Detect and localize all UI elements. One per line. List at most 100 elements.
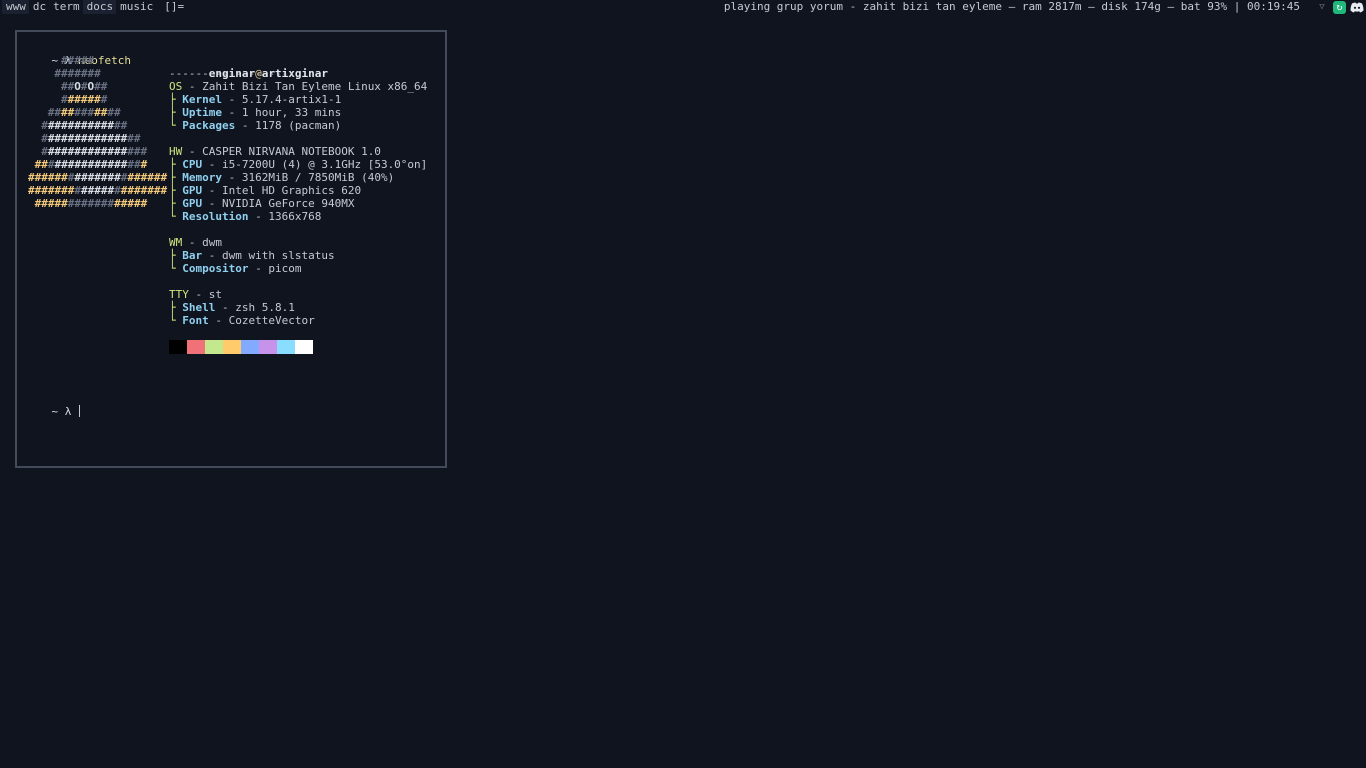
logo-segment: ####### [54, 67, 101, 80]
tree-branch: ├ [169, 171, 183, 184]
logo-segment: ####### [120, 184, 168, 197]
dash: - [182, 236, 203, 249]
terminal-window[interactable]: ~ λ neofetch ##### ####### ##O#O## ####### #… [15, 30, 447, 468]
logo-segment: ########## [47, 119, 115, 132]
dash: - [208, 314, 229, 327]
logo-line: ####### [54, 67, 100, 80]
logo-segment: ## [47, 106, 62, 119]
tag-dc[interactable]: dc [29, 0, 49, 14]
logo-segment: ####### [67, 197, 115, 210]
logo-segment: ####### [28, 184, 75, 197]
logo-segment: ####### [74, 171, 121, 184]
logo-segment: ##### [61, 54, 95, 67]
info-value: zsh 5.8.1 [235, 301, 295, 314]
logo-segment: ## [34, 158, 48, 171]
tree-branch: └ [169, 119, 183, 132]
color-swatch [223, 340, 241, 354]
dash: - [248, 262, 269, 275]
dash: - [202, 158, 222, 171]
color-swatch [241, 340, 259, 354]
info-value: picom [268, 262, 302, 275]
sync-icon[interactable]: ↻ [1333, 0, 1346, 14]
logo-segment: ## [94, 80, 108, 93]
logo-line: ############### [41, 132, 140, 145]
network-icon[interactable]: ▽ [1315, 0, 1329, 14]
logo-segment: ###### [28, 171, 68, 184]
input-prompt-line[interactable]: ~ λ [25, 392, 80, 431]
info-row: ├ Bar - dwm with slstatus [169, 249, 335, 262]
dash: - [182, 145, 203, 158]
category-label: OS [169, 80, 183, 93]
logo-segment: ##### [80, 184, 115, 197]
tag-www[interactable]: www [2, 0, 29, 14]
layout-indicator[interactable]: []= [156, 0, 188, 14]
info-row: ├ Uptime - 1 hour, 33 mins [169, 106, 341, 119]
color-swatch [169, 340, 187, 354]
color-swatch [187, 340, 205, 354]
info-row: └ Resolution - 1366x768 [169, 210, 321, 223]
info-key: Resolution [182, 210, 249, 223]
category-value: st [208, 288, 222, 301]
info-category: OS - Zahit Bizi Tan Eyleme Linux x86_64 [169, 80, 427, 93]
logo-segment: # [80, 80, 88, 93]
tree-branch: ├ [169, 106, 183, 119]
info-key: Font [182, 314, 209, 327]
info-value: 1366x768 [268, 210, 322, 223]
info-key: Kernel [182, 93, 222, 106]
tree-branch: └ [169, 314, 183, 327]
category-label: TTY [169, 288, 189, 301]
logo-segment: # [100, 93, 108, 106]
color-palette [169, 340, 313, 354]
color-swatch [205, 340, 223, 354]
info-key: CPU [182, 158, 203, 171]
logo-segment: O [74, 80, 81, 93]
logo-segment: # [61, 93, 68, 106]
workspace-tags: www dc term docs music []= [2, 0, 188, 14]
dash: - [202, 249, 222, 262]
logo-line: ####### [61, 93, 107, 106]
info-row: ├ GPU - Intel HD Graphics 620 [169, 184, 361, 197]
logo-segment: ########### [54, 158, 128, 171]
info-value: NVIDIA GeForce 940MX [222, 197, 355, 210]
category-value: dwm [202, 236, 222, 249]
dash: - [222, 171, 242, 184]
logo-segment: ##### [114, 197, 148, 210]
prompt: ~ λ [51, 405, 72, 418]
tag-docs[interactable]: docs [82, 0, 117, 14]
dash: - [248, 210, 269, 223]
logo-segment: ############ [47, 132, 128, 145]
logo-segment: ## [127, 158, 141, 171]
logo-segment: ##### [34, 197, 68, 210]
info-key: GPU [182, 197, 203, 210]
info-value: 1 hour, 33 mins [241, 106, 342, 119]
info-row: └ Packages - 1178 (pacman) [169, 119, 341, 132]
dash: - [188, 288, 209, 301]
tag-term[interactable]: term [49, 0, 83, 14]
color-swatch [277, 340, 295, 354]
tag-music[interactable]: music [116, 0, 156, 14]
discord-icon[interactable] [1350, 1, 1364, 14]
info-key: GPU [182, 184, 203, 197]
category-value: CASPER NIRVANA NOTEBOOK 1.0 [202, 145, 381, 158]
info-category: TTY - st [169, 288, 222, 301]
system-tray: ▽ ↻ [1315, 0, 1366, 14]
logo-line: ################ [41, 145, 147, 158]
info-key: Compositor [182, 262, 249, 275]
info-key: Shell [182, 301, 216, 314]
separator: ------------------ [169, 67, 289, 80]
logo-segment: ## [127, 132, 141, 145]
tree-branch: └ [169, 210, 183, 223]
logo-segment: ### [127, 145, 148, 158]
logo-segment: ### [74, 106, 95, 119]
info-row: └ Font - CozetteVector [169, 314, 315, 327]
info-row: ├ Memory - 3162MiB / 7850MiB (40%) [169, 171, 394, 184]
info-category: HW - CASPER NIRVANA NOTEBOOK 1.0 [169, 145, 381, 158]
status-text: playing grup yorum - zahit bizi tan eyle… [723, 0, 1300, 13]
logo-line: ##################### [28, 184, 167, 197]
logo-line: ############# [41, 119, 127, 132]
tree-branch: ├ [169, 93, 183, 106]
tree-branch: ├ [169, 158, 183, 171]
logo-segment: # [41, 119, 48, 132]
logo-segment: ##### [67, 93, 101, 106]
info-key: Uptime [182, 106, 222, 119]
